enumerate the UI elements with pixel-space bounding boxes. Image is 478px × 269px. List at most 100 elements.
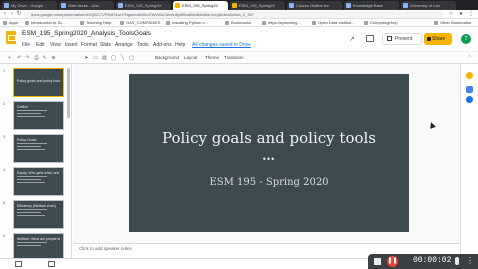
menu-format[interactable]: Format: [81, 42, 97, 48]
slide-thumbnail[interactable]: 2 Outline: [0, 101, 71, 132]
tab-favicon-icon: [175, 3, 180, 8]
filmstrip-scrollbar[interactable]: [67, 68, 70, 118]
select-icon[interactable]: ➤: [83, 54, 90, 62]
browser-tab[interactable]: Knowledge Base: [344, 1, 399, 10]
more-icon[interactable]: ⋮: [466, 256, 474, 265]
slide-canvas: Policy goals and policy tools ••• ESM 19…: [73, 64, 460, 243]
menu-slide[interactable]: Slide: [100, 42, 111, 48]
background-button[interactable]: Background: [155, 54, 179, 62]
profile-icon[interactable]: ●: [458, 11, 464, 18]
slide-subtitle[interactable]: ESM 195 - Spring 2020: [129, 177, 409, 188]
bookmark-item[interactable]: ComputingHelp: [364, 19, 398, 27]
zoom-icon[interactable]: ⊕: [50, 54, 57, 62]
bookmark-item[interactable]: Bookmarks: [225, 19, 251, 27]
document-title[interactable]: ESM_195_Spring2020_Analysis_ToolsGoals: [22, 30, 151, 37]
line-icon[interactable]: ╲: [119, 54, 126, 62]
text-box-icon[interactable]: ▭: [92, 54, 99, 62]
present-button[interactable]: Present: [382, 33, 422, 45]
bookmark-item[interactable]: Installing Python o...: [166, 19, 208, 27]
browser-tab[interactable]: ESM_195_Spring20: [230, 1, 285, 10]
image-icon[interactable]: ▨: [101, 54, 108, 62]
menu-addons[interactable]: Add-ons: [153, 42, 172, 48]
keep-icon[interactable]: [466, 72, 473, 79]
menu-help[interactable]: Help: [175, 42, 185, 48]
back-icon[interactable]: ‹: [2, 11, 8, 18]
recording-timer: 00:00:02: [413, 256, 452, 265]
pause-icon[interactable]: ❚❚: [387, 256, 398, 267]
tab-favicon-icon: [289, 3, 294, 8]
comment-add-icon[interactable]: ▢: [128, 54, 135, 62]
thumbnail-preview: Outline: [13, 101, 64, 130]
thumbnail-title: Equity, Who gets what, and how?: [17, 171, 60, 175]
tab-label: ESM_195_Spring20: [239, 3, 275, 8]
thumbnail-preview: Efficiency (Welfare econ): [13, 200, 64, 229]
new-slide-icon[interactable]: +: [6, 54, 13, 62]
menu-edit[interactable]: Edit: [36, 42, 45, 48]
url-input[interactable]: docs.google.com/presentation/d/1QBCTVP8n…: [23, 11, 443, 18]
browser-tab[interactable]: My Drive - Google: [2, 1, 57, 10]
layout-button[interactable]: Layout: [184, 54, 198, 62]
calendar-icon[interactable]: [466, 86, 473, 93]
comment-icon[interactable]: [366, 35, 374, 42]
menu-arrange[interactable]: Arrange: [115, 42, 133, 48]
collapse-toolbar-icon[interactable]: ⌃: [466, 54, 473, 62]
current-slide[interactable]: Policy goals and policy tools ••• ESM 19…: [129, 74, 409, 232]
slide-thumbnail[interactable]: 4 Equity, Who gets what, and how?: [0, 167, 71, 198]
browser-tab-strip: My Drive - Google slide decks - Utsc ESM…: [0, 0, 478, 10]
bookmark-item[interactable]: Introduction to Sc...: [25, 19, 65, 27]
menu-tools[interactable]: Tools: [137, 42, 149, 48]
shape-icon[interactable]: ◯: [110, 54, 117, 62]
bookmark-item[interactable]: Open Data Instituti...: [312, 19, 354, 27]
menu-view[interactable]: View: [50, 42, 61, 48]
browser-menu-icon[interactable]: ⋮: [468, 11, 474, 18]
bookmark-item[interactable]: Other Bookmarks: [434, 19, 471, 27]
share-button[interactable]: Share: [424, 33, 452, 45]
microphone-icon[interactable]: [455, 257, 459, 265]
print-icon[interactable]: ⎙: [33, 54, 40, 62]
browser-tab[interactable]: ESM_195_SpringXX: [116, 1, 171, 10]
transition-button[interactable]: Transition: [224, 54, 244, 62]
browser-tab[interactable]: slide decks - Utsc: [59, 1, 114, 10]
speaker-notes-placeholder: Click to add speaker notes: [79, 246, 133, 251]
tasks-icon[interactable]: [466, 96, 473, 103]
slide-thumbnail[interactable]: 6 Welfare: What are people better off: [0, 233, 71, 258]
present-label: Present: [395, 36, 413, 42]
activity-icon[interactable]: ↗: [349, 35, 355, 43]
menu-file[interactable]: File: [22, 42, 30, 48]
browser-tab[interactable]: Course Outline lec: [287, 1, 342, 10]
slide-thumbnail[interactable]: 1 Policy goals and policy tools: [0, 68, 71, 99]
bookmark-item[interactable]: https://eplanning...: [262, 19, 301, 27]
editing-toolbar: + ↶ ↷ ⎙ ✎ ⊕ ➤ ▭ ▨ ◯ ╲ ▢ Background Layou…: [0, 51, 478, 64]
slide-thumbnail[interactable]: 3 Policy Goals: [0, 134, 71, 165]
slide-thumbnail[interactable]: 5 Efficiency (Welfare econ): [0, 200, 71, 231]
theme-button[interactable]: Theme: [205, 54, 219, 62]
thumbnail-title: Efficiency (Welfare econ): [17, 204, 56, 208]
thumbnail-title: Outline: [17, 105, 29, 109]
bookmark-item[interactable]: Teaching Help: [80, 19, 111, 27]
browser-tab-active[interactable]: ESM_195_Spring20: [173, 1, 228, 10]
tab-label: ESM_195_SpringXX: [125, 3, 162, 8]
slide-title[interactable]: Policy goals and policy tools: [129, 129, 409, 147]
stop-icon[interactable]: [374, 258, 381, 265]
grid-view-icon[interactable]: [15, 261, 22, 267]
avatar[interactable]: T: [461, 34, 471, 44]
lock-icon: [427, 37, 431, 41]
slide-number: 6: [3, 233, 6, 238]
filmstrip-view-icon[interactable]: [48, 261, 55, 267]
thumbnail-preview: Policy Goals: [13, 134, 64, 163]
forward-icon[interactable]: ›: [9, 11, 15, 18]
screen-recorder-bar: ❚❚ 00:00:02 ⋮: [368, 254, 478, 269]
slide-dots: •••: [262, 154, 276, 164]
bookmark-item[interactable]: GAS_COMPANIES: [120, 19, 160, 27]
browser-tab[interactable]: University of Lan: [401, 1, 456, 10]
menu-insert[interactable]: Insert: [65, 42, 78, 48]
save-status-link[interactable]: All changes saved in Drive: [192, 42, 251, 48]
star-icon[interactable]: ☆: [448, 11, 454, 18]
undo-icon[interactable]: ↶: [16, 54, 23, 62]
reload-icon[interactable]: ↻: [16, 11, 22, 18]
paint-format-icon[interactable]: ✎: [41, 54, 48, 62]
bookmark-item[interactable]: Apps: [3, 19, 18, 27]
redo-icon[interactable]: ↷: [24, 54, 31, 62]
slides-logo-icon[interactable]: [6, 31, 16, 44]
tab-label: Knowledge Base: [353, 3, 384, 8]
